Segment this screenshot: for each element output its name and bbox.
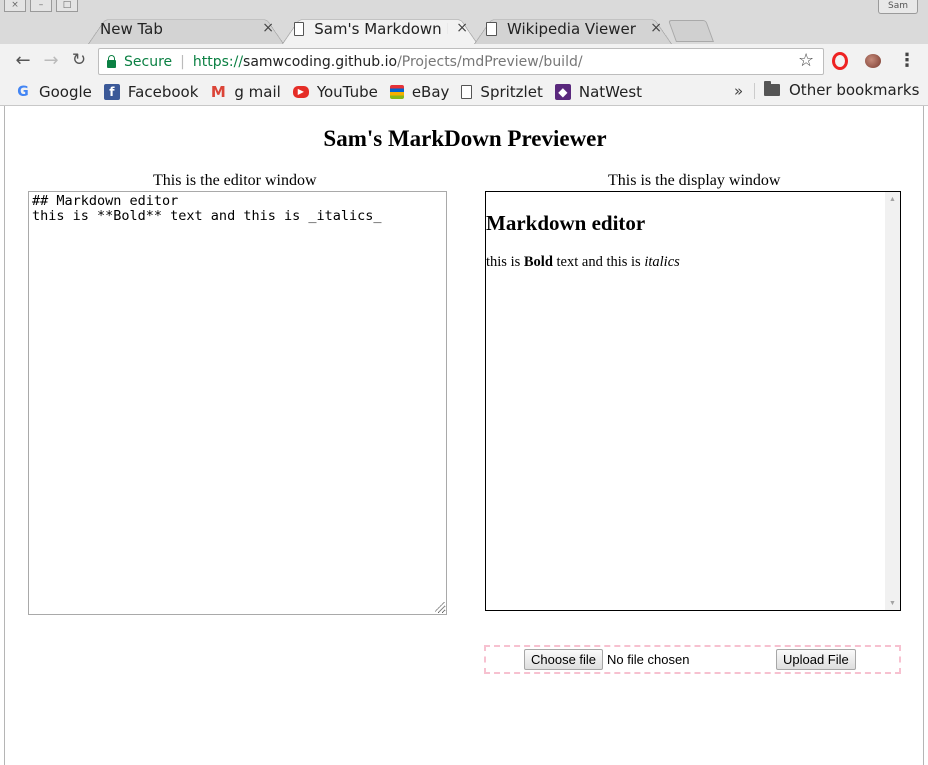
browser-chrome: × – □ Sam New Tab × Sam's Markdown Pr × … bbox=[0, 0, 928, 106]
tab-new-tab[interactable]: New Tab × bbox=[88, 14, 284, 44]
ebay-icon bbox=[389, 84, 404, 99]
tab-close-icon[interactable]: × bbox=[262, 20, 274, 36]
bookmarks-bar: G Google f Facebook M g mail ▶ YouTube e… bbox=[0, 78, 928, 105]
bookmark-gmail[interactable]: M g mail bbox=[210, 82, 281, 101]
browser-toolbar: ← → ↻ Secure | https://samwcoding.github… bbox=[0, 44, 928, 78]
secure-label: Secure bbox=[124, 53, 173, 70]
url-path: /Projects/mdPreview/build/ bbox=[397, 53, 583, 70]
choose-file-button[interactable]: Choose file bbox=[524, 649, 604, 670]
url-separator: | bbox=[180, 53, 185, 70]
tab-wikipedia-viewer[interactable]: Wikipedia Viewer × bbox=[474, 14, 672, 44]
tab-title: New Tab bbox=[100, 20, 163, 38]
bookmark-youtube[interactable]: ▶ YouTube bbox=[292, 82, 378, 101]
url-scheme: https:// bbox=[192, 53, 244, 70]
page-title: Sam's MarkDown Previewer bbox=[323, 126, 607, 151]
markdown-editor-textarea[interactable] bbox=[28, 191, 447, 615]
bookmark-ebay[interactable]: eBay bbox=[389, 82, 450, 101]
page-icon bbox=[294, 22, 305, 36]
bookmark-label: Spritzlet bbox=[480, 82, 543, 101]
display-label: This is the display window bbox=[608, 172, 781, 189]
page-icon bbox=[461, 84, 473, 99]
preview-paragraph: this is Bold text and this is italics bbox=[486, 254, 900, 271]
bookmark-label: YouTube bbox=[316, 82, 378, 101]
upload-file-button[interactable]: Upload File bbox=[776, 649, 856, 670]
preview-heading: Markdown editor bbox=[486, 211, 646, 235]
bookmark-natwest[interactable]: ◆ NatWest bbox=[554, 82, 643, 101]
file-status-text: No file chosen bbox=[607, 652, 690, 667]
bookmark-google[interactable]: G Google bbox=[15, 83, 92, 101]
bookmark-label: Google bbox=[39, 82, 92, 101]
bookmark-spritzlet[interactable]: Spritzlet bbox=[461, 82, 543, 101]
bookmark-star-icon[interactable]: ☆ bbox=[798, 50, 814, 71]
bookmark-facebook[interactable]: f Facebook bbox=[103, 82, 199, 101]
file-upload-form: Choose file No file chosen Upload File bbox=[484, 645, 901, 674]
window-minimize-button[interactable]: – bbox=[30, 0, 52, 12]
preview-bold-text: Bold bbox=[523, 254, 553, 270]
scroll-down-arrow-icon[interactable]: ▼ bbox=[889, 599, 896, 607]
address-bar[interactable]: Secure | https://samwcoding.github.io/Pr… bbox=[98, 48, 824, 75]
new-tab-button[interactable] bbox=[667, 20, 715, 42]
forward-arrow-icon[interactable]: → bbox=[40, 50, 62, 71]
profile-button[interactable]: Sam bbox=[878, 0, 918, 14]
back-arrow-icon[interactable]: ← bbox=[12, 50, 34, 71]
gmail-icon: M bbox=[210, 82, 226, 101]
natwest-icon: ◆ bbox=[554, 83, 571, 100]
preview-scrollbar[interactable]: ▲ ▼ bbox=[885, 192, 900, 610]
preview-text: this is bbox=[486, 254, 524, 270]
editor-label: This is the editor window bbox=[153, 172, 317, 189]
bookmark-label: NatWest bbox=[578, 82, 643, 101]
tab-title: Sam's Markdown Pr bbox=[314, 20, 448, 38]
opera-extension-icon[interactable] bbox=[832, 52, 848, 70]
tab-markdown-previewer[interactable]: Sam's Markdown Pr × bbox=[282, 14, 478, 44]
youtube-icon: ▶ bbox=[292, 85, 309, 98]
extension-icon[interactable] bbox=[865, 54, 881, 68]
page-icon bbox=[486, 22, 497, 36]
bookmark-label: Facebook bbox=[127, 82, 199, 101]
preview-text: text and this is bbox=[552, 254, 645, 270]
bookmarks-overflow-chevron-icon[interactable]: » bbox=[734, 82, 743, 100]
browser-menu-icon[interactable]: ⋮ bbox=[898, 50, 916, 71]
lock-icon bbox=[107, 54, 116, 68]
other-bookmarks-label: Other bookmarks bbox=[789, 81, 920, 99]
folder-icon bbox=[764, 81, 780, 96]
url-host: samwcoding.github.io bbox=[243, 53, 398, 70]
preview-display: Markdown editor this is Bold text and th… bbox=[485, 191, 901, 611]
other-bookmarks-folder[interactable]: Other bookmarks bbox=[764, 81, 919, 99]
tab-close-icon[interactable]: × bbox=[456, 20, 468, 36]
window-close-button[interactable]: × bbox=[4, 0, 26, 12]
tab-close-icon[interactable]: × bbox=[650, 20, 662, 36]
bookmark-label: g mail bbox=[234, 82, 281, 101]
tab-strip: × – □ Sam New Tab × Sam's Markdown Pr × … bbox=[0, 0, 928, 44]
page-viewport: Sam's MarkDown Previewer This is the edi… bbox=[4, 106, 924, 765]
bookmarks-divider bbox=[754, 83, 755, 99]
preview-italic-text: italics bbox=[644, 254, 680, 270]
tab-title: Wikipedia Viewer bbox=[507, 20, 636, 38]
bookmark-label: eBay bbox=[411, 82, 450, 101]
google-icon: G bbox=[17, 83, 29, 100]
scroll-up-arrow-icon[interactable]: ▲ bbox=[889, 195, 896, 203]
window-maximize-button[interactable]: □ bbox=[56, 0, 78, 12]
facebook-icon: f bbox=[103, 83, 120, 100]
reload-icon[interactable]: ↻ bbox=[68, 50, 90, 70]
